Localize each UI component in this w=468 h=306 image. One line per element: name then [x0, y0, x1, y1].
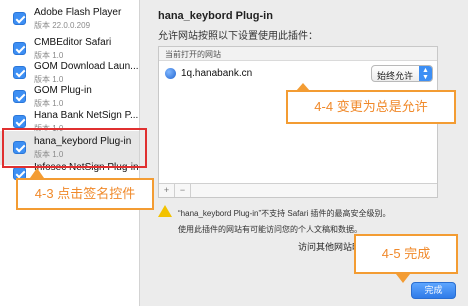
callout-step-4-4: 4-4 变更为总是允许	[286, 90, 456, 124]
globe-icon	[165, 68, 176, 79]
plugin-name: GOM Plug-in	[34, 85, 92, 96]
checkbox[interactable]	[13, 90, 26, 103]
site-name: 1q.hanabank.cn	[181, 68, 253, 79]
callout-step-4-3: 4-3 点击签名控件	[16, 178, 154, 210]
plugin-item-adobe-flash[interactable]: Adobe Flash Player 版本 22.0.0.209	[0, 2, 139, 36]
plugin-version: 版本 22.0.0.209	[34, 21, 91, 30]
privacy-text: 使用此插件的网站有可能访问您的个人文稿和数据。	[178, 225, 362, 234]
plugin-name: CMBEditor Safari	[34, 37, 112, 48]
plugin-description: 允许网站按照以下设置使用此插件：	[158, 31, 318, 42]
callout-pointer	[396, 274, 410, 283]
chevron-updown-icon: ▲ ▼	[419, 66, 432, 81]
checkbox[interactable]	[13, 42, 26, 55]
callout-step-4-5: 4-5 完成	[354, 234, 458, 274]
checkbox[interactable]	[13, 66, 26, 79]
other-sites-label: 访问其他网站时	[298, 242, 362, 252]
table-header: 当前打开的网站	[159, 47, 437, 61]
table-footer: + −	[159, 183, 437, 197]
permission-value: 始终允许	[377, 71, 414, 81]
checkbox[interactable]	[13, 12, 26, 25]
table-row[interactable]: 1q.hanabank.cn 始终允许 ▲ ▼	[159, 64, 437, 84]
add-button[interactable]: +	[159, 184, 175, 197]
permission-select[interactable]: 始终允许 ▲ ▼	[371, 65, 433, 82]
warning-icon	[158, 205, 172, 217]
remove-button[interactable]: −	[175, 184, 191, 197]
selection-highlight	[2, 128, 147, 168]
callout-pointer	[30, 168, 44, 178]
plugin-name: Adobe Flash Player	[34, 7, 122, 18]
plugin-name: Hana Bank NetSign P...	[34, 110, 139, 121]
checkbox[interactable]	[13, 115, 26, 128]
done-button[interactable]: 完成	[411, 282, 456, 299]
warning-text: “hana_keybord Plug-in”不支持 Safari 插件的最高安全…	[178, 209, 391, 218]
plugin-name: GOM Download Laun...	[34, 61, 139, 72]
plugin-title: hana_keybord Plug-in	[158, 10, 273, 22]
